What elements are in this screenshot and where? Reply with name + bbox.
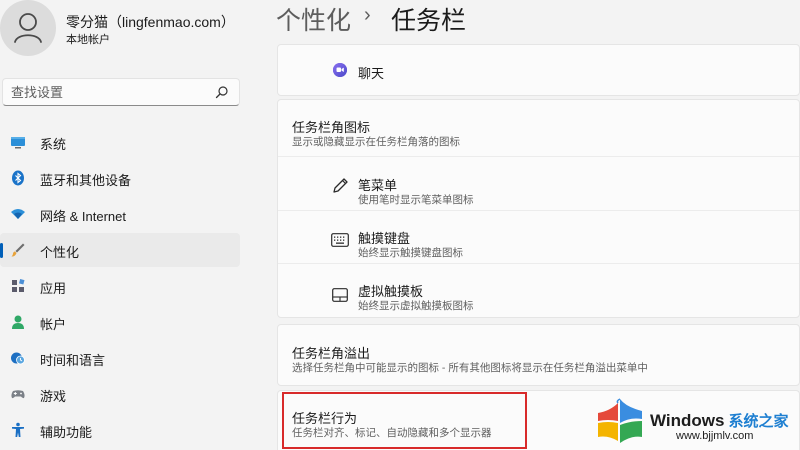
nav-label: 游戏: [40, 389, 67, 404]
search-input[interactable]: [11, 82, 211, 102]
breadcrumb-parent[interactable]: 个性化: [276, 1, 351, 37]
brush-icon: [11, 243, 25, 257]
nav-item-system[interactable]: 系统: [0, 125, 240, 159]
chat-icon: [333, 63, 347, 77]
corner-icons-description: 显示或隐藏显示在任务栏角落的图标: [292, 136, 460, 148]
nav-item-time-language[interactable]: 时间和语言: [0, 341, 240, 375]
divider: [278, 210, 799, 211]
chat-label: 聊天: [358, 66, 385, 81]
nav-label: 蓝牙和其他设备: [40, 173, 132, 188]
sidebar: 零分猫（lingfenmao.com） 本地帐户 系统 蓝牙和其他设备: [0, 0, 248, 450]
corner-overflow-section[interactable]: 任务栏角溢出 选择任务栏角中可能显示的图标 - 所有其他图标将显示在任务栏角溢出…: [277, 324, 800, 386]
account-icon: [12, 315, 24, 329]
nav-item-apps[interactable]: 应用: [0, 269, 240, 303]
nav-item-gaming[interactable]: 游戏: [0, 377, 240, 411]
active-indicator: [0, 243, 3, 258]
corner-overflow-description: 选择任务栏角中可能显示的图标 - 所有其他图标将显示在任务栏角溢出菜单中: [292, 362, 648, 374]
nav-label: 应用: [40, 281, 67, 296]
nav-label: 时间和语言: [40, 353, 106, 368]
nav-item-bluetooth[interactable]: 蓝牙和其他设备: [0, 161, 240, 195]
avatar: [0, 0, 56, 56]
watermark-url: www.bjjmlv.com: [676, 430, 754, 442]
search-icon[interactable]: [215, 85, 229, 99]
nav-label: 辅助功能: [40, 425, 93, 440]
breadcrumb-separator: ›: [364, 4, 371, 26]
wifi-icon: [11, 209, 25, 219]
windows-logo-icon: [598, 398, 642, 443]
search-box[interactable]: [2, 78, 240, 106]
nav-label: 系统: [40, 137, 67, 152]
apps-icon: [12, 279, 25, 292]
nav-label: 帐户: [40, 317, 67, 332]
globe-clock-icon: [11, 352, 25, 365]
keyboard-icon: [331, 233, 349, 247]
account-type: 本地帐户: [66, 34, 110, 46]
pen-menu-description: 使用笔时显示笔菜单图标: [358, 194, 474, 206]
divider: [278, 156, 799, 157]
bluetooth-icon: [12, 170, 24, 186]
corner-icons-section: 任务栏角图标 显示或隐藏显示在任务栏角落的图标 笔菜单 使用笔时显示笔菜单图标 …: [277, 99, 800, 318]
gamepad-icon: [11, 390, 25, 399]
monitor-icon: [11, 137, 25, 149]
nav-label: 网络 & Internet: [40, 209, 126, 224]
divider: [278, 263, 799, 264]
accessibility-icon: [12, 422, 24, 437]
page-title: 任务栏: [391, 7, 467, 35]
watermark-brand-en: Windows: [650, 411, 725, 430]
chat-row[interactable]: 聊天: [277, 44, 800, 96]
nav-item-accounts[interactable]: 帐户: [0, 305, 240, 339]
virtual-touchpad-description: 始终显示虚拟触摸板图标: [358, 300, 474, 312]
nav-item-network[interactable]: 网络 & Internet: [0, 197, 240, 231]
nav-item-personalization[interactable]: 个性化: [0, 233, 240, 267]
watermark-brand-cn: 系统之家: [728, 413, 789, 430]
touch-keyboard-description: 始终显示触摸键盘图标: [358, 247, 463, 259]
touchpad-icon: [332, 288, 348, 302]
taskbar-behaviors-description: 任务栏对齐、标记、自动隐藏和多个显示器: [292, 427, 492, 439]
person-icon: [14, 13, 42, 43]
nav-label: 个性化: [40, 245, 80, 260]
pen-icon: [333, 178, 348, 193]
nav-item-accessibility[interactable]: 辅助功能: [0, 413, 240, 447]
user-profile[interactable]: 零分猫（lingfenmao.com） 本地帐户: [0, 0, 248, 58]
watermark-brand: Windows 系统之家: [650, 410, 788, 431]
user-name: 零分猫（lingfenmao.com）: [66, 14, 235, 30]
